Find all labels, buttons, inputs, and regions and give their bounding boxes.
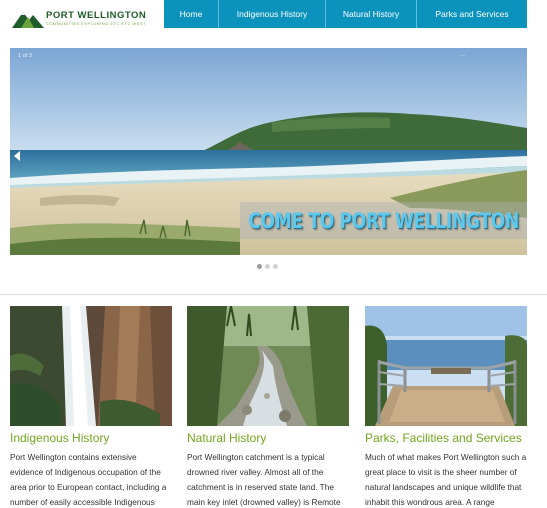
slide-caption: COME TO PORT WELLINGTON xyxy=(248,208,519,233)
hero-slider[interactable]: 1 of 3 ... COME TO PORT WELLINGTON xyxy=(10,48,527,255)
mountain-logo-icon xyxy=(12,12,44,28)
site-logo[interactable]: PORT WELLINGTON COMMUNITIES EXPLORING ET… xyxy=(12,6,146,32)
waterfall-image[interactable] xyxy=(10,306,172,426)
feature-text: Much of what makes Port Wellington such … xyxy=(365,452,527,507)
slider-dot-2[interactable] xyxy=(265,264,270,269)
slider-pagination xyxy=(257,264,278,269)
lookout-image[interactable] xyxy=(365,306,527,426)
feature-text: Port Wellington contains extensive evide… xyxy=(10,452,167,507)
feature-indigenous-history: Indigenous History Port Wellington conta… xyxy=(10,306,172,508)
site-header: PORT WELLINGTON COMMUNITIES EXPLORING ET… xyxy=(0,0,547,40)
feature-natural-history: Natural History Port Wellington catchmen… xyxy=(187,306,349,508)
nav-home[interactable]: Home xyxy=(164,0,219,28)
feature-text: Port Wellington catchment is a typical d… xyxy=(187,452,341,507)
feature-title[interactable]: Indigenous History xyxy=(10,431,172,445)
nav-parks-and-services[interactable]: Parks and Services xyxy=(417,0,527,28)
main-nav: Home Indigenous History Natural History … xyxy=(164,0,527,28)
nav-indigenous-history[interactable]: Indigenous History xyxy=(219,0,326,28)
feature-title[interactable]: Parks, Facilities and Services xyxy=(365,431,531,445)
feature-parks-facilities: Parks, Facilities and Services Much of w… xyxy=(365,306,531,508)
section-divider xyxy=(0,294,547,295)
slider-dot-1[interactable] xyxy=(257,264,262,269)
slider-dot-3[interactable] xyxy=(273,264,278,269)
river-valley-image[interactable] xyxy=(187,306,349,426)
nav-natural-history[interactable]: Natural History xyxy=(326,0,417,28)
slide-counter: 1 of 3 xyxy=(18,53,32,59)
logo-tagline: COMMUNITIES EXPLORING ETC ETC WEST xyxy=(46,22,146,26)
feature-title[interactable]: Natural History xyxy=(187,431,349,445)
slide-more[interactable]: ... xyxy=(460,52,465,58)
logo-title: PORT WELLINGTON xyxy=(46,10,147,21)
arrow-left-icon[interactable] xyxy=(14,151,20,161)
